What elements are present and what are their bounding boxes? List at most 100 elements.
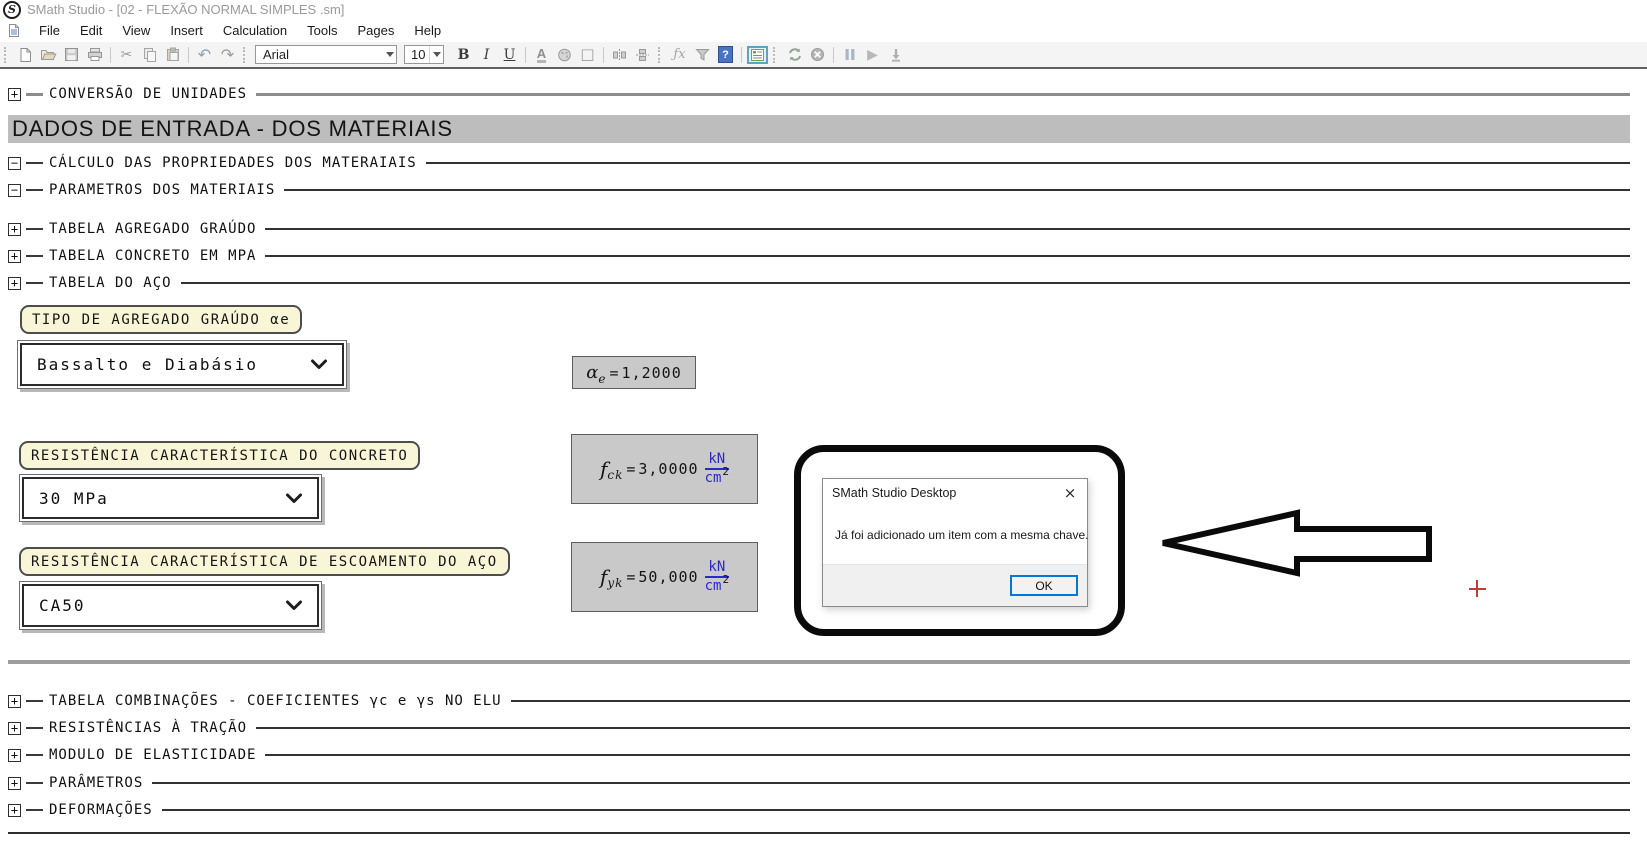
new-file-button[interactable]	[14, 44, 37, 65]
area-header: DADOS DE ENTRADA - DOS MATERIAIS	[8, 115, 1630, 143]
filter-button[interactable]	[691, 44, 714, 65]
steel-label: RESISTÊNCIA CARACTERÍSTICA DE ESCOAMENTO…	[19, 547, 510, 576]
chevron-down-icon	[285, 493, 303, 504]
menu-insert[interactable]: Insert	[160, 20, 213, 41]
annotation-arrow-icon	[1155, 505, 1437, 581]
open-file-button[interactable]	[37, 44, 60, 65]
concrete-dropdown[interactable]: 30 MPa	[19, 474, 322, 522]
section-toggle[interactable]: +	[8, 223, 21, 236]
section-line	[256, 727, 1630, 729]
section-line	[265, 754, 1630, 756]
menu-view[interactable]: View	[112, 20, 160, 41]
dialog-body: Já foi adicionado um item com a mesma ch…	[823, 506, 1087, 564]
equals-sign: =	[626, 568, 635, 586]
paste-button[interactable]	[161, 44, 184, 65]
insert-function-button[interactable]: ƒx	[668, 44, 691, 65]
section-toggle[interactable]: −	[8, 157, 21, 170]
undo-button[interactable]: ↶	[193, 44, 216, 65]
pause-button[interactable]	[838, 44, 861, 65]
font-size-select[interactable]: 10	[404, 45, 444, 64]
toolbar-separator	[525, 47, 526, 63]
section-dash	[26, 727, 43, 729]
aggregate-label: TIPO DE AGREGADO GRAÚDO αe	[20, 305, 302, 334]
steel-dropdown[interactable]: CA50	[19, 581, 322, 630]
side-panel-toggle-button[interactable]	[746, 44, 769, 65]
align-horizontal-button[interactable]	[608, 44, 631, 65]
unit-fraction: kN cm 2	[705, 560, 729, 593]
menu-file[interactable]: File	[29, 20, 70, 41]
play-button[interactable]: ▶	[861, 44, 884, 65]
unit-fraction: kN cm 2	[705, 452, 729, 485]
alpha-e-result-region[interactable]: α e = 1,2000	[572, 356, 696, 389]
border-button[interactable]: □	[576, 44, 599, 65]
alpha-variable: α	[586, 362, 598, 383]
menu-pages[interactable]: Pages	[348, 20, 405, 41]
section-dash	[26, 162, 43, 164]
recalculate-button[interactable]	[783, 44, 806, 65]
section-toggle[interactable]: +	[8, 749, 21, 762]
section-toggle[interactable]: +	[8, 722, 21, 735]
section-row: + TABELA DO AÇO	[8, 275, 1630, 291]
redo-button[interactable]: ↷	[216, 44, 239, 65]
underline-button[interactable]: U	[498, 44, 521, 65]
copy-button[interactable]	[138, 44, 161, 65]
toolbar-separator	[110, 47, 111, 63]
section-line	[511, 700, 1630, 702]
background-color-button[interactable]	[553, 44, 576, 65]
toolbar-grip	[773, 47, 778, 63]
close-icon[interactable]: ×	[1053, 479, 1087, 506]
fck-variable: f	[600, 457, 607, 481]
unit-denominator: cm	[705, 579, 722, 594]
font-name-select[interactable]: Arial	[255, 45, 397, 64]
font-color-button[interactable]: A	[530, 44, 553, 65]
section-toggle[interactable]: +	[8, 804, 21, 817]
section-toggle[interactable]: −	[8, 184, 21, 197]
section-label: MODULO DE ELASTICIDADE	[49, 747, 256, 763]
chevron-down-icon	[383, 46, 396, 63]
smath-alert-dialog: SMath Studio Desktop × Já foi adicionado…	[822, 478, 1088, 607]
stop-button[interactable]	[806, 44, 829, 65]
section-dash	[26, 700, 43, 702]
section-toggle[interactable]: +	[8, 250, 21, 263]
section-line	[181, 282, 1630, 284]
concrete-label: RESISTÊNCIA CARACTERÍSTICA DO CONCRETO	[19, 441, 420, 470]
align-vertical-button[interactable]	[631, 44, 654, 65]
section-row: − PARAMETROS DOS MATERIAIS	[8, 182, 1630, 198]
bold-button[interactable]: B	[452, 44, 475, 65]
section-dash	[26, 93, 43, 96]
section-label: TABELA COMBINAÇÕES - COEFICIENTES γc e γ…	[49, 693, 502, 709]
fck-subscript: ck	[607, 468, 623, 482]
menu-calculation[interactable]: Calculation	[213, 20, 297, 41]
smath-logo-icon: S	[3, 1, 21, 19]
section-toggle[interactable]: +	[8, 777, 21, 790]
aggregate-dropdown[interactable]: Bassalto e Diabásio	[17, 340, 347, 389]
menu-help[interactable]: Help	[404, 20, 451, 41]
alpha-subscript: e	[598, 372, 606, 386]
section-row: − CÁLCULO DAS PROPRIEDADES DOS MATERAIAI…	[8, 155, 1630, 171]
section-toggle[interactable]: +	[8, 277, 21, 290]
ok-button[interactable]: OK	[1010, 575, 1078, 596]
section-row: + TABELA CONCRETO EM MPA	[8, 248, 1630, 264]
menu-edit[interactable]: Edit	[70, 20, 112, 41]
section-label: TABELA CONCRETO EM MPA	[49, 248, 256, 264]
toolbar-grip	[243, 47, 248, 63]
cut-button[interactable]: ✂	[115, 44, 138, 65]
section-toggle[interactable]: +	[8, 695, 21, 708]
reference-book-button[interactable]: ?	[714, 44, 737, 65]
font-size-value: 10	[411, 47, 425, 62]
italic-button[interactable]: I	[475, 44, 498, 65]
save-button[interactable]	[60, 44, 83, 65]
section-toggle[interactable]: +	[8, 88, 21, 101]
fck-result-region[interactable]: f ck = 3,0000 kN cm 2	[571, 434, 758, 504]
font-name-value: Arial	[263, 47, 289, 62]
smath-studio-window: S SMath Studio - [02 - FLEXÃO NORMAL SIM…	[0, 0, 1647, 843]
step-button[interactable]	[884, 44, 907, 65]
fyk-result-region[interactable]: f yk = 50,000 kN cm 2	[571, 542, 758, 612]
steel-dropdown-value: CA50	[39, 596, 86, 615]
page-bottom-line	[8, 832, 1630, 834]
print-button[interactable]	[83, 44, 106, 65]
section-line	[426, 162, 1630, 164]
section-row: + DEFORMAÇÕES	[8, 802, 1630, 818]
section-row: + RESISTÊNCIAS À TRAÇÃO	[8, 720, 1630, 736]
menu-tools[interactable]: Tools	[297, 20, 347, 41]
